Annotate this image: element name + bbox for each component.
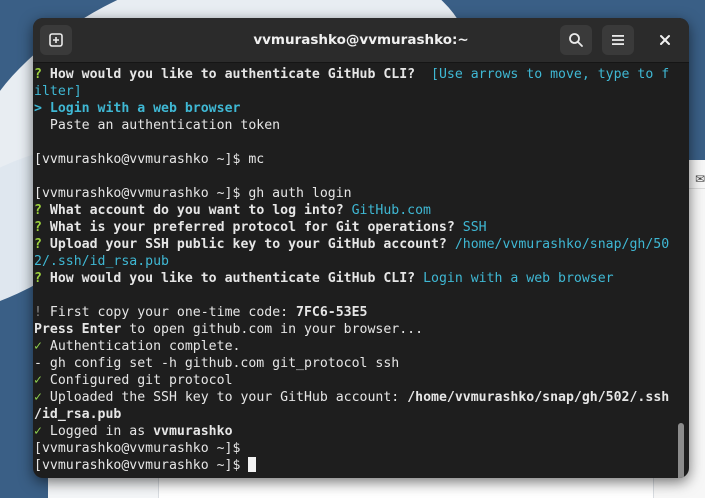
terminal-line: ✓ Configured git protocol xyxy=(34,373,233,388)
terminal-line: ? How would you like to authenticate Git… xyxy=(34,67,670,82)
terminal-line: ✓ Authentication complete. xyxy=(34,339,241,354)
terminal-line: ? Upload your SSH public key to your Git… xyxy=(34,237,670,252)
terminal-line: Press Enter to open github.com in your b… xyxy=(34,322,424,337)
text-cursor xyxy=(248,457,257,472)
terminal-line: ! First copy your one-time code: 7FC6-53… xyxy=(34,305,368,320)
terminal-line: 2/.ssh/id_rsa.pub xyxy=(34,254,169,269)
new-tab-icon xyxy=(49,33,63,47)
terminal-line: ✓ Uploaded the SSH key to your GitHub ac… xyxy=(34,390,670,405)
terminal-output[interactable]: ? How would you like to authenticate Git… xyxy=(33,63,689,478)
title-bar[interactable]: vvmurashko@vvmurashko:~ xyxy=(33,18,689,63)
terminal-window: vvmurashko@vvmurashko:~ ? How would you … xyxy=(33,18,689,478)
hamburger-menu-icon xyxy=(612,35,624,45)
terminal-line: > Login with a web browser xyxy=(34,101,241,116)
terminal-line: ? How would you like to authenticate Git… xyxy=(34,271,614,286)
search-button[interactable] xyxy=(560,25,592,55)
terminal-prompt-line[interactable]: [vvmurashko@vvmurashko ~]$ xyxy=(34,457,257,474)
terminal-line: ilter] xyxy=(34,84,82,99)
terminal-line: ? What is your preferred protocol for Gi… xyxy=(34,220,487,235)
terminal-line: ? What account do you want to log into? … xyxy=(34,203,431,218)
terminal-line: [vvmurashko@vvmurashko ~]$ mc xyxy=(34,152,265,167)
terminal-line: [vvmurashko@vvmurashko ~]$ xyxy=(34,441,241,456)
scrollbar-thumb[interactable] xyxy=(678,423,684,478)
terminal-line: - gh config set -h github.com git_protoc… xyxy=(34,356,400,371)
terminal-line: ✓ Logged in as vvmurashko xyxy=(34,424,233,439)
menu-button[interactable] xyxy=(602,25,634,55)
envelope-icon: ✉ xyxy=(695,172,705,186)
terminal-line: Paste an authentication token xyxy=(34,118,281,133)
terminal-line: /id_rsa.pub xyxy=(34,407,122,422)
search-icon xyxy=(569,33,583,47)
new-tab-button[interactable] xyxy=(40,25,72,55)
close-button[interactable] xyxy=(649,25,681,55)
terminal-line: [vvmurashko@vvmurashko ~]$ gh auth login xyxy=(34,186,352,201)
close-icon xyxy=(660,35,670,45)
